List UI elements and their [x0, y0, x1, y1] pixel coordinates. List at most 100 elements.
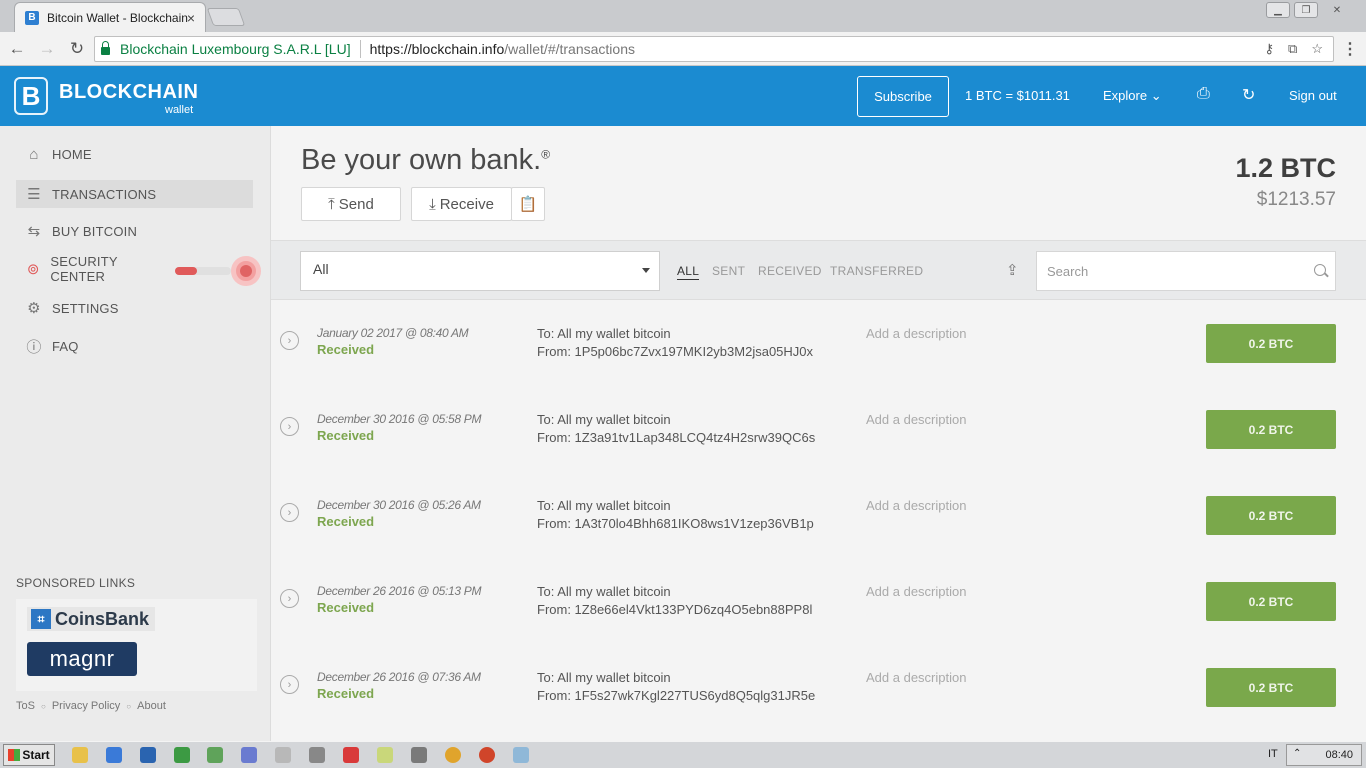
subscribe-button[interactable]: Subscribe — [857, 76, 949, 117]
blockchain-favicon-icon: B — [25, 10, 39, 25]
sidebar-item-security-center[interactable]: ⊚ SECURITY CENTER — [16, 254, 166, 284]
media-icon[interactable] — [479, 747, 495, 763]
globe-icon[interactable] — [207, 747, 223, 763]
clock[interactable]: 08:40 — [1325, 749, 1353, 761]
tx-description[interactable]: Add a description — [866, 498, 966, 513]
export-icon[interactable]: ⇪ — [1006, 261, 1019, 279]
table-row[interactable]: › December 30 2016 @ 05:58 PM Received T… — [271, 387, 1366, 473]
language-indicator[interactable]: IT — [1268, 748, 1278, 760]
tx-status: Received — [317, 428, 375, 443]
tab-received[interactable]: RECEIVED — [758, 264, 822, 278]
os-taskbar: Start IT ⌃ 08:40 — [0, 741, 1366, 768]
tab-sent[interactable]: SENT — [712, 264, 745, 278]
ruby-icon[interactable] — [343, 747, 359, 763]
tool-icon[interactable] — [309, 747, 325, 763]
expand-icon[interactable]: › — [280, 589, 299, 608]
tx-amount-button[interactable]: 0.2 BTC — [1206, 668, 1336, 707]
minimize-icon[interactable]: ▁ — [1266, 2, 1290, 18]
tab-close-icon[interactable]: × — [187, 10, 195, 26]
balance-btc[interactable]: 1.2 BTC — [1235, 153, 1336, 184]
magnr-ad[interactable]: magnr — [27, 642, 137, 676]
sidebar-item-settings[interactable]: ⚙ SETTINGS — [16, 294, 253, 322]
app-icon[interactable] — [174, 747, 190, 763]
tx-date: December 30 2016 @ 05:58 PM — [317, 412, 482, 426]
table-row[interactable]: › December 26 2016 @ 07:36 AM Received T… — [271, 645, 1366, 731]
tab-transferred[interactable]: TRANSFERRED — [830, 264, 923, 278]
back-icon[interactable]: ← — [4, 39, 30, 59]
security-progress — [175, 256, 261, 286]
expand-icon[interactable]: › — [280, 675, 299, 694]
browser-tab[interactable]: B Bitcoin Wallet - Blockchain × — [14, 2, 206, 32]
folder-icon[interactable] — [72, 747, 88, 763]
clipboard-button[interactable]: 📋 — [511, 187, 545, 221]
explorer-window-icon[interactable] — [513, 747, 529, 763]
address-bar-icons: ⚷ ⧉ ☆ — [1265, 41, 1323, 57]
table-row[interactable]: › January 02 2017 @ 08:40 AM Received To… — [271, 301, 1366, 387]
tx-description[interactable]: Add a description — [866, 412, 966, 427]
start-label: Start — [22, 748, 50, 762]
receive-button[interactable]: ⤓ Receive — [411, 187, 512, 221]
tx-status: Received — [317, 600, 375, 615]
sidebar-item-buy-bitcoin[interactable]: ⇆ BUY BITCOIN — [16, 217, 253, 245]
tx-description[interactable]: Add a description — [866, 584, 966, 599]
document-icon[interactable] — [241, 747, 257, 763]
sidebar-item-home[interactable]: ⌂ HOME — [16, 140, 253, 168]
expand-icon[interactable]: › — [280, 417, 299, 436]
privacy-policy-link[interactable]: Privacy Policy — [52, 700, 120, 712]
tx-amount-button[interactable]: 0.2 BTC — [1206, 496, 1336, 535]
exchange-rate: 1 BTC = $1011.31 — [965, 88, 1070, 103]
send-button[interactable]: ⤒ Send — [301, 187, 401, 221]
chrome-icon[interactable] — [445, 747, 461, 763]
browser-menu-icon[interactable]: ⋮ — [1342, 39, 1358, 59]
tab-all[interactable]: ALL — [677, 264, 700, 280]
expand-icon[interactable]: › — [280, 331, 299, 350]
window-controls: ▁ ❐ ✕ — [1266, 2, 1352, 18]
tx-status: Received — [317, 514, 375, 529]
tx-amount-button[interactable]: 0.2 BTC — [1206, 410, 1336, 449]
search-input[interactable] — [1036, 251, 1336, 291]
exchange-icon: ⇆ — [27, 223, 41, 240]
coinsbank-label: CoinsBank — [55, 608, 150, 629]
window-icon[interactable] — [411, 747, 427, 763]
security-progress-indicator — [231, 256, 261, 286]
tx-description[interactable]: Add a description — [866, 670, 966, 685]
table-row[interactable]: › December 26 2016 @ 05:13 PM Received T… — [271, 559, 1366, 645]
new-tab-button[interactable] — [206, 8, 246, 26]
network-icon[interactable] — [140, 747, 156, 763]
tos-link[interactable]: ToS — [16, 700, 35, 712]
ie-icon[interactable] — [106, 747, 122, 763]
sign-out-button[interactable]: Sign out — [1289, 88, 1337, 103]
sidebar-item-faq[interactable]: ⓘ FAQ — [16, 332, 253, 360]
close-window-icon[interactable]: ✕ — [1322, 2, 1352, 18]
tx-amount-button[interactable]: 0.2 BTC — [1206, 582, 1336, 621]
tx-status: Received — [317, 342, 375, 357]
forward-icon[interactable]: → — [34, 39, 60, 59]
footer-links: ToS ○ Privacy Policy ○ About — [16, 700, 166, 712]
coinsbank-ad[interactable]: ⌗ CoinsBank — [27, 607, 156, 631]
printer-icon[interactable]: ⎙ — [1197, 85, 1210, 103]
notes-icon[interactable] — [377, 747, 393, 763]
start-button[interactable]: Start — [3, 744, 55, 766]
ev-certificate: Blockchain Luxembourg S.A.R.L [LU] — [120, 41, 351, 57]
translate-icon[interactable]: ⧉ — [1288, 41, 1297, 57]
coinsbank-logo-icon: ⌗ — [31, 609, 51, 629]
refresh-icon[interactable]: ↻ — [1242, 85, 1255, 105]
tx-date: January 02 2017 @ 08:40 AM — [317, 326, 469, 340]
restore-icon[interactable]: ❐ — [1294, 2, 1318, 18]
utility-icon[interactable] — [275, 747, 291, 763]
wallet-select[interactable]: All — [300, 251, 660, 291]
tx-to: To: All my wallet bitcoin — [537, 584, 671, 599]
tray-expand-icon[interactable]: ⌃ — [1293, 748, 1301, 759]
explore-label: Explore — [1103, 88, 1148, 103]
expand-icon[interactable]: › — [280, 503, 299, 522]
table-row[interactable]: › December 30 2016 @ 05:26 AM Received T… — [271, 473, 1366, 559]
key-icon[interactable]: ⚷ — [1265, 41, 1275, 57]
about-link[interactable]: About — [137, 700, 166, 712]
sidebar-item-transactions[interactable]: ☰ TRANSACTIONS — [16, 180, 253, 208]
reload-icon[interactable]: ↻ — [64, 39, 90, 59]
explore-menu[interactable]: Explore ⌄ — [1103, 88, 1162, 104]
star-icon[interactable]: ☆ — [1311, 41, 1323, 57]
address-bar[interactable]: Blockchain Luxembourg S.A.R.L [LU] https… — [94, 36, 1334, 62]
tx-amount-button[interactable]: 0.2 BTC — [1206, 324, 1336, 363]
tx-description[interactable]: Add a description — [866, 326, 966, 341]
